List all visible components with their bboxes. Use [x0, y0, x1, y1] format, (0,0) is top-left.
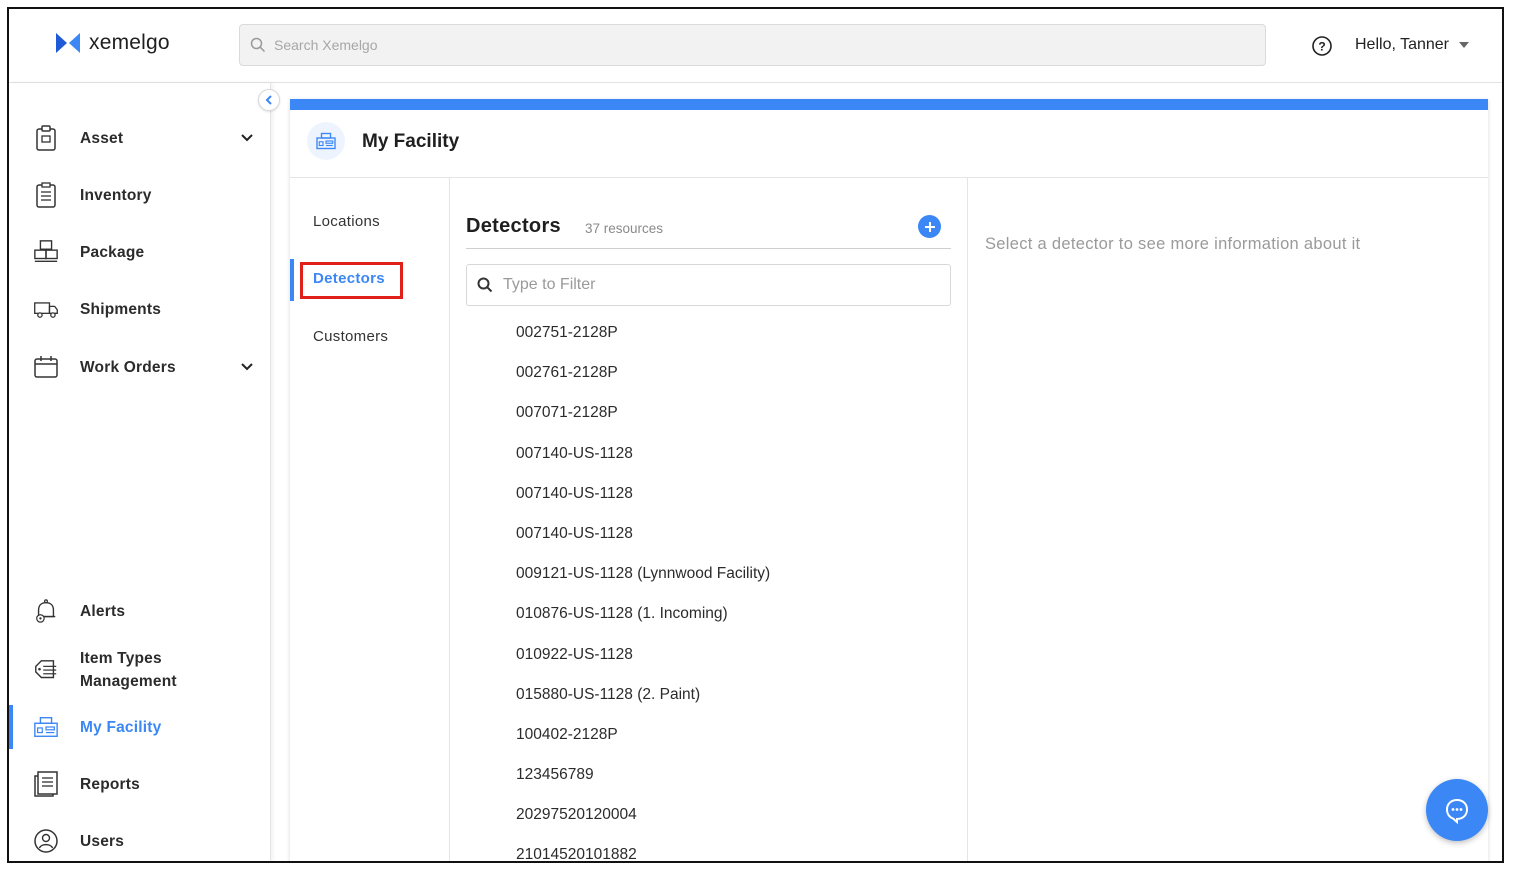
add-detector-button[interactable]	[918, 215, 941, 238]
list-item[interactable]: 002751-2128P	[516, 322, 770, 362]
subnav-active-indicator	[290, 259, 294, 301]
clipboard-tag-icon	[33, 125, 59, 151]
list-item[interactable]: 009121-US-1128 (Lynnwood Facility)	[516, 563, 770, 603]
checklist-icon	[33, 182, 59, 208]
user-circle-icon	[33, 828, 59, 854]
collapse-sidebar-button[interactable]	[258, 89, 280, 111]
detector-list: 002751-2128P 002761-2128P 007071-2128P 0…	[516, 322, 770, 861]
search-icon	[477, 277, 493, 293]
chevron-down-icon[interactable]	[241, 358, 253, 376]
facility-icon	[33, 714, 59, 740]
list-item[interactable]: 002761-2128P	[516, 362, 770, 402]
sidebar-item-label-line2: Management	[80, 673, 177, 690]
detector-list-panel: Detectors 37 resources 002751-2128P 0027…	[450, 178, 968, 861]
bell-gear-icon	[33, 598, 59, 624]
sidebar-item-label: Inventory	[80, 186, 152, 204]
filter-input[interactable]	[501, 275, 925, 295]
chevron-left-icon	[265, 95, 272, 105]
list-item[interactable]: 007140-US-1128	[516, 443, 770, 483]
user-greeting: Hello, Tanner	[1355, 36, 1449, 53]
search-icon	[250, 37, 266, 53]
sidebar-item-asset[interactable]: Asset	[9, 115, 270, 161]
caret-down-icon	[1458, 42, 1469, 48]
main-card: My Facility Locations Detectors Customer…	[290, 99, 1488, 861]
help-button[interactable]: ?	[1311, 35, 1333, 62]
logo[interactable]: xemelgo	[55, 31, 170, 55]
tag-list-icon	[33, 658, 59, 684]
sidebar-item-label: Users	[80, 832, 125, 850]
facility-icon	[307, 122, 345, 160]
list-item[interactable]: 21014520101882	[516, 844, 770, 861]
sidebar-item-item-types-management[interactable]: Item Types Management	[9, 646, 270, 696]
list-item[interactable]: 007140-US-1128	[516, 523, 770, 563]
svg-text:?: ?	[1318, 40, 1325, 54]
sidebar-item-label: My Facility	[80, 718, 162, 736]
help-icon: ?	[1312, 36, 1332, 56]
list-item[interactable]: 20297520120004	[516, 804, 770, 844]
sidebar-item-label: Work Orders	[80, 358, 176, 376]
sidebar-item-inventory[interactable]: Inventory	[9, 172, 270, 218]
report-icon	[33, 771, 59, 797]
top-header: xemelgo ? Hello, Tanner	[9, 9, 1502, 83]
sidebar-item-label: Package	[80, 243, 145, 261]
global-search[interactable]	[239, 24, 1266, 66]
list-item[interactable]: 007071-2128P	[516, 402, 770, 442]
sidebar-item-work-orders[interactable]: Work Orders	[9, 344, 270, 390]
chat-button[interactable]	[1426, 779, 1488, 841]
xemelgo-logo-icon	[56, 33, 80, 53]
plus-icon	[924, 221, 935, 232]
card-header: My Facility	[290, 110, 1488, 178]
search-input[interactable]	[272, 36, 1176, 54]
user-menu[interactable]: Hello, Tanner	[1355, 36, 1469, 54]
subnav-item-customers[interactable]: Customers	[313, 328, 388, 345]
sidebar-item-users[interactable]: Users	[9, 818, 270, 861]
subnav-item-locations[interactable]: Locations	[313, 213, 380, 230]
detail-placeholder-message: Select a detector to see more informatio…	[985, 235, 1361, 253]
resource-count: 37 resources	[585, 221, 664, 236]
truck-icon	[33, 296, 59, 322]
list-title: Detectors	[466, 215, 561, 237]
sidebar-item-label: Reports	[80, 775, 140, 793]
subnav-item-detectors[interactable]: Detectors	[313, 270, 385, 287]
sidebar-item-package[interactable]: Package	[9, 229, 270, 275]
calendar-icon	[33, 354, 59, 380]
sidebar-item-my-facility[interactable]: My Facility	[9, 704, 270, 750]
list-item[interactable]: 100402-2128P	[516, 724, 770, 764]
sidebar-item-label: Alerts	[80, 602, 126, 620]
chevron-down-icon[interactable]	[241, 129, 253, 147]
filter-box[interactable]	[466, 264, 951, 306]
sidebar-item-label: Shipments	[80, 300, 162, 318]
app-window: xemelgo ? Hello, Tanner	[7, 7, 1504, 863]
sidebar-item-label-line1: Item Types	[80, 650, 162, 667]
list-item[interactable]: 123456789	[516, 764, 770, 804]
chat-icon	[1445, 798, 1469, 824]
list-item[interactable]: 010876-US-1128 (1. Incoming)	[516, 603, 770, 643]
sidebar-item-label: Asset	[80, 129, 124, 147]
page-title: My Facility	[362, 131, 460, 152]
sidebar-item-reports[interactable]: Reports	[9, 761, 270, 807]
sidebar-item-alerts[interactable]: Alerts	[9, 588, 270, 634]
resource-subnav: Locations Detectors Customers	[290, 178, 450, 861]
sidebar-item-shipments[interactable]: Shipments	[9, 286, 270, 332]
list-item[interactable]: 007140-US-1128	[516, 483, 770, 523]
sidebar: Asset Inventory Package Shipments Work O…	[9, 83, 271, 861]
logo-text: xemelgo	[89, 31, 170, 54]
list-item[interactable]: 010922-US-1128	[516, 644, 770, 684]
boxes-icon	[33, 239, 59, 265]
list-header: Detectors 37 resources	[466, 208, 951, 249]
list-item[interactable]: 015880-US-1128 (2. Paint)	[516, 684, 770, 724]
